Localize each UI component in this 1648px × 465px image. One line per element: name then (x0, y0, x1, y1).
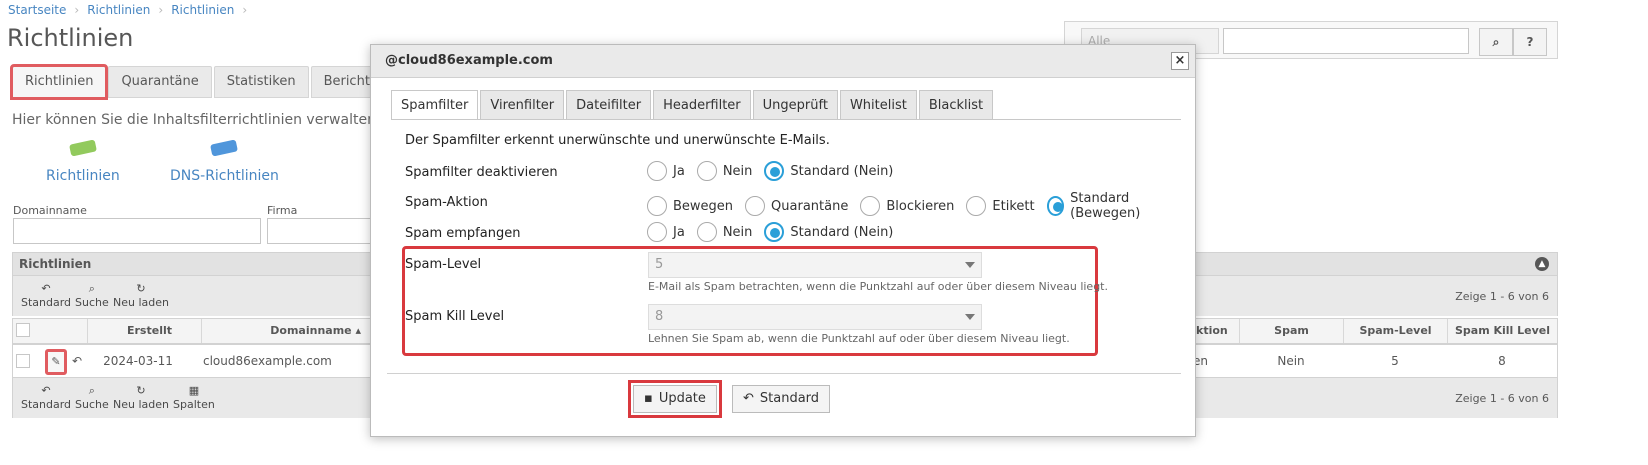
spam-level-value: 5 (655, 257, 664, 272)
tab-spamfilter[interactable]: Spamfilter (391, 90, 479, 120)
radio-label: Ja (673, 163, 685, 179)
radio-circle-selected[interactable] (764, 161, 785, 181)
spamfilter-intro: Der Spamfilter erkennt unerwünschte und … (405, 133, 830, 148)
spam-level-hint: E-Mail als Spam betrachten, wenn die Pun… (648, 280, 1108, 293)
radio-label: Standard (Nein) (790, 224, 894, 240)
spam-receive-radios: Ja Nein Standard (Nein) (647, 222, 905, 242)
radio-option[interactable]: Ja (647, 161, 685, 181)
radio-label: Etikett (992, 198, 1035, 214)
dialog-title-bar: @cloud86example.com × (371, 45, 1195, 78)
radio-circle[interactable] (696, 222, 717, 242)
save-icon: ▪ (644, 391, 653, 406)
radio-option[interactable]: Nein (696, 222, 753, 242)
radio-option[interactable]: Nein (696, 161, 753, 181)
spam-kill-level-hint: Lehnen Sie Spam ab, wenn die Punktzahl a… (648, 332, 1070, 345)
chevron-down-icon (965, 262, 975, 268)
radio-option-selected[interactable]: Standard (Nein) (764, 222, 893, 242)
spamfilter-disable-radios: Ja Nein Standard (Nein) (647, 161, 905, 181)
spam-kill-level-select[interactable]: 8 (648, 304, 982, 330)
radio-label: Ja (673, 224, 685, 240)
radio-label: Nein (722, 163, 753, 179)
close-icon[interactable]: × (1171, 52, 1189, 70)
radio-circle[interactable] (745, 196, 766, 216)
spam-kill-level-value: 8 (655, 309, 664, 324)
tab-blacklist[interactable]: Blacklist (918, 90, 994, 120)
dialog-tabs: Spamfilter Virenfilter Dateifilter Heade… (391, 90, 994, 120)
tab-ungeprueft[interactable]: Ungeprüft (752, 90, 838, 120)
radio-label: Standard (Bewegen) (1070, 191, 1141, 221)
spamfilter-disable-label: Spamfilter deaktivieren (405, 165, 558, 180)
radio-circle[interactable] (647, 161, 667, 181)
spam-action-radios: Bewegen Quarantäne Blockieren Etikett St… (647, 191, 1195, 221)
dialog-title: @cloud86example.com (385, 53, 553, 68)
standard-reset-label: Standard (759, 391, 820, 406)
radio-option-selected[interactable]: Standard (Nein) (764, 161, 893, 181)
radio-label: Blockieren (886, 198, 955, 214)
standard-reset-button[interactable]: ↶ Standard (732, 385, 831, 413)
tab-whitelist[interactable]: Whitelist (839, 90, 917, 120)
spam-action-label: Spam-Aktion (405, 195, 488, 210)
update-label: Update (658, 391, 706, 406)
update-button[interactable]: ▪ Update (628, 380, 722, 418)
radio-option[interactable]: Etikett (966, 196, 1035, 216)
spam-receive-label: Spam empfangen (405, 226, 521, 241)
undo-icon: ↶ (743, 391, 754, 406)
radio-circle[interactable] (696, 161, 717, 181)
radio-label: Standard (Nein) (790, 163, 894, 179)
radio-option[interactable]: Ja (647, 222, 685, 242)
chevron-down-icon (965, 314, 975, 320)
tab-dateifilter[interactable]: Dateifilter (566, 90, 652, 120)
radio-circle[interactable] (647, 222, 667, 242)
radio-circle[interactable] (860, 196, 881, 216)
policy-dialog: @cloud86example.com × Spamfilter Virenfi… (370, 44, 1196, 437)
radio-label: Bewegen (673, 198, 734, 214)
radio-circle-selected[interactable] (764, 222, 785, 242)
spam-level-label: Spam-Level (405, 257, 482, 272)
tab-virenfilter[interactable]: Virenfilter (480, 90, 565, 120)
radio-circle-selected[interactable] (1046, 196, 1065, 216)
tab-divider (391, 119, 1181, 120)
radio-option-selected[interactable]: Standard (Bewegen) (1046, 191, 1183, 221)
radio-circle[interactable] (966, 196, 987, 216)
radio-option[interactable]: Bewegen (647, 196, 733, 216)
radio-label: Quarantäne (771, 198, 849, 214)
radio-label: Nein (722, 224, 753, 240)
spam-level-select[interactable]: 5 (648, 252, 982, 278)
radio-circle[interactable] (647, 196, 667, 216)
dialog-footer-divider (387, 373, 1181, 374)
spam-kill-level-label: Spam Kill Level (405, 309, 505, 324)
radio-option[interactable]: Blockieren (860, 196, 954, 216)
tab-headerfilter[interactable]: Headerfilter (653, 90, 751, 120)
radio-option[interactable]: Quarantäne (745, 196, 848, 216)
